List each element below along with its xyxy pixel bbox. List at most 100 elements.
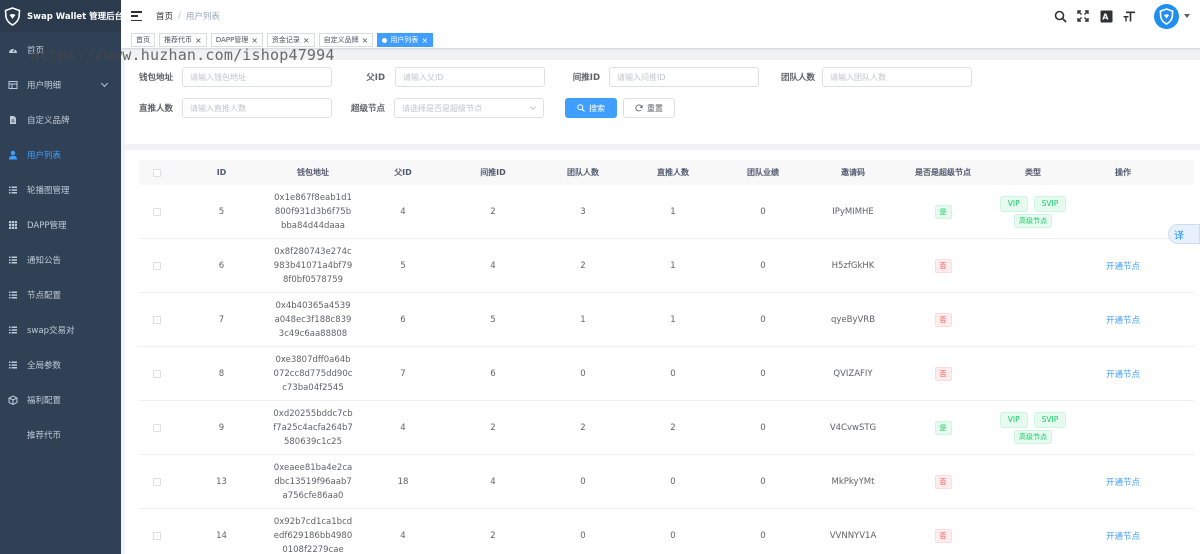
search-button[interactable]: 搜索 bbox=[565, 98, 617, 118]
id-value: 7 bbox=[218, 314, 225, 325]
caret-down-icon[interactable] bbox=[1184, 14, 1190, 18]
direct-input[interactable]: 请输入直推人数 bbox=[182, 98, 332, 118]
open-node-link[interactable]: 开通节点 bbox=[1106, 314, 1140, 326]
font-size-icon[interactable] bbox=[1122, 9, 1136, 23]
parent-value: 18 bbox=[397, 476, 409, 487]
avatar[interactable] bbox=[1154, 3, 1179, 29]
breadcrumb-home[interactable]: 首页 bbox=[156, 10, 173, 22]
direct-value: 0 bbox=[670, 368, 676, 379]
parent-input[interactable]: 请输入父ID bbox=[395, 67, 545, 87]
tag-4[interactable]: 自定义品牌 × bbox=[318, 33, 374, 47]
tag-0[interactable]: 首页 bbox=[131, 33, 155, 47]
search-icon[interactable] bbox=[1053, 9, 1067, 23]
cell-code: QVIZAFIY bbox=[808, 369, 898, 379]
row-select-cell bbox=[139, 261, 175, 270]
cell-parent: 5 bbox=[358, 261, 448, 271]
tag-3[interactable]: 资金记录 × bbox=[266, 33, 315, 47]
row-checkbox[interactable] bbox=[153, 423, 161, 432]
type-tags: VIP SVIP 高级节点 bbox=[998, 411, 1068, 444]
close-icon[interactable]: × bbox=[421, 36, 428, 45]
sidebar-item-3[interactable]: 用户列表 bbox=[0, 137, 121, 172]
tag-5[interactable]: 用户列表 × bbox=[377, 33, 434, 47]
cell-action: 开通节点 bbox=[1078, 476, 1168, 488]
type-badge: 高级节点 bbox=[1014, 213, 1052, 228]
team-input[interactable]: 请输入团队人数 bbox=[822, 67, 972, 87]
code-value: V4CvwSTG bbox=[829, 422, 877, 433]
fullscreen-icon[interactable] bbox=[1076, 9, 1090, 23]
team-value: 0 bbox=[580, 476, 586, 487]
sidebar-item-6[interactable]: 通知公告 bbox=[0, 242, 121, 277]
open-node-link[interactable]: 开通节点 bbox=[1106, 260, 1140, 272]
cell-code: V4CvwSTG bbox=[808, 423, 898, 433]
reset-button-label: 重置 bbox=[647, 103, 663, 113]
row-checkbox[interactable] bbox=[153, 531, 161, 540]
wallet-value: 0xd20255bddc7cbf7a25c4acfa264b7580639c1c… bbox=[273, 408, 353, 447]
cell-wallet: 0x1e867f8eab1d1800f931d3b6f75bbba84d44da… bbox=[268, 191, 358, 233]
table-panel: ID 钱包地址 父ID 间推ID 团队人数 直推人数 团队业绩 邀请码 是否是超级节点 类型 操作 … bbox=[125, 150, 1200, 554]
direct-value: 1 bbox=[670, 314, 676, 325]
cell-wallet: 0xe3807dff0a64b072cc8d775dd90cc73ba04f25… bbox=[268, 353, 358, 395]
perf-value: 0 bbox=[760, 206, 766, 217]
sidebar-item-7[interactable]: 节点配置 bbox=[0, 277, 121, 312]
sidebar-item-1[interactable]: 用户明细 bbox=[0, 67, 121, 102]
cell-wallet: 0x92b7cd1ca1bcdedf629186bb49800108f2279c… bbox=[268, 515, 358, 554]
column-header: 邀请码 bbox=[841, 168, 865, 177]
sidebar-item-5[interactable]: DAPP管理 bbox=[0, 207, 121, 242]
reset-button[interactable]: 重置 bbox=[623, 98, 675, 118]
user-table: ID 钱包地址 父ID 间推ID 团队人数 直推人数 团队业绩 邀请码 是否是超级节点 类型 操作 … bbox=[139, 160, 1194, 554]
sidebar-item-11[interactable]: 推荐代币 bbox=[0, 417, 121, 452]
translate-float-button[interactable]: 译 bbox=[1168, 224, 1200, 244]
column-header: 团队人数 bbox=[567, 168, 599, 177]
table-row: 7 0x4b40365a4539a048ec3f188c8393c49c6aa88… bbox=[139, 293, 1194, 347]
row-checkbox[interactable] bbox=[153, 477, 161, 486]
super-select[interactable]: 请选择是否是超级节点 bbox=[394, 98, 544, 118]
cell-types: VIP SVIP 高级节点 bbox=[988, 411, 1078, 444]
cell-indirect: 4 bbox=[448, 477, 538, 487]
search-form: 钱包地址 请输入钱包地址 父ID 请输入父ID 间推ID 请输入间推ID 团队人… bbox=[125, 60, 1200, 144]
logo[interactable]: Swap Wallet 管理后台 bbox=[0, 0, 123, 32]
tag-label: 资金记录 bbox=[271, 36, 300, 44]
sidebar-item-10[interactable]: 福利配置 bbox=[0, 382, 121, 417]
cell-direct: 0 bbox=[628, 369, 718, 379]
cell-action: 开通节点 bbox=[1078, 368, 1168, 380]
open-node-link[interactable]: 开通节点 bbox=[1106, 530, 1140, 542]
close-icon[interactable]: × bbox=[362, 36, 369, 45]
wallet-input[interactable]: 请输入钱包地址 bbox=[182, 67, 332, 87]
wallet-value: 0x4b40365a4539a048ec3f188c8393c49c6aa888… bbox=[274, 300, 352, 339]
open-node-link[interactable]: 开通节点 bbox=[1106, 368, 1140, 380]
sidebar-item-2[interactable]: 自定义品牌 bbox=[0, 102, 121, 137]
row-checkbox[interactable] bbox=[153, 261, 161, 270]
hamburger-icon[interactable] bbox=[131, 11, 142, 21]
tag-1[interactable]: 推荐代币 × bbox=[159, 33, 207, 47]
cell-perf: 0 bbox=[718, 423, 808, 433]
tag-2[interactable]: DAPP管理 × bbox=[210, 33, 263, 47]
close-icon[interactable]: × bbox=[251, 36, 258, 45]
box-icon bbox=[8, 394, 18, 405]
team-filter: 团队人数 请输入团队人数 bbox=[775, 67, 972, 87]
select-all-checkbox[interactable] bbox=[153, 168, 161, 177]
row-checkbox[interactable] bbox=[153, 315, 161, 324]
cell-id: 13 bbox=[175, 477, 268, 487]
cell-code: VVNNYV1A bbox=[808, 531, 898, 541]
sidebar: Swap Wallet 管理后台 首页 用户明细 自定义品牌 用户列表 轮播图管理 DAP… bbox=[0, 0, 123, 554]
dashboard-icon bbox=[8, 45, 18, 55]
close-icon[interactable]: × bbox=[303, 36, 310, 45]
row-checkbox[interactable] bbox=[153, 369, 161, 378]
cell-super: 是 bbox=[898, 204, 988, 219]
cell-id: 7 bbox=[175, 315, 268, 325]
id-value: 14 bbox=[216, 530, 227, 541]
translate-icon[interactable]: A bbox=[1099, 9, 1113, 23]
cell-action: 开通节点 bbox=[1078, 314, 1168, 326]
sidebar-item-8[interactable]: swap交易对 bbox=[0, 312, 121, 347]
cell-wallet: 0xeaee81ba4e2cadbc13519f96aab7a756cfe86a… bbox=[268, 461, 358, 503]
code-value: VVNNYV1A bbox=[829, 530, 877, 541]
team-value: 1 bbox=[580, 314, 586, 325]
indirect-input[interactable]: 请输入间推ID bbox=[609, 67, 759, 87]
open-node-link[interactable]: 开通节点 bbox=[1106, 476, 1140, 488]
perf-value: 0 bbox=[760, 476, 766, 487]
sidebar-item-4[interactable]: 轮播图管理 bbox=[0, 172, 121, 207]
row-checkbox[interactable] bbox=[153, 207, 161, 216]
sidebar-item-9[interactable]: 全局参数 bbox=[0, 347, 121, 382]
cell-id: 8 bbox=[175, 369, 268, 379]
close-icon[interactable]: × bbox=[195, 36, 202, 45]
